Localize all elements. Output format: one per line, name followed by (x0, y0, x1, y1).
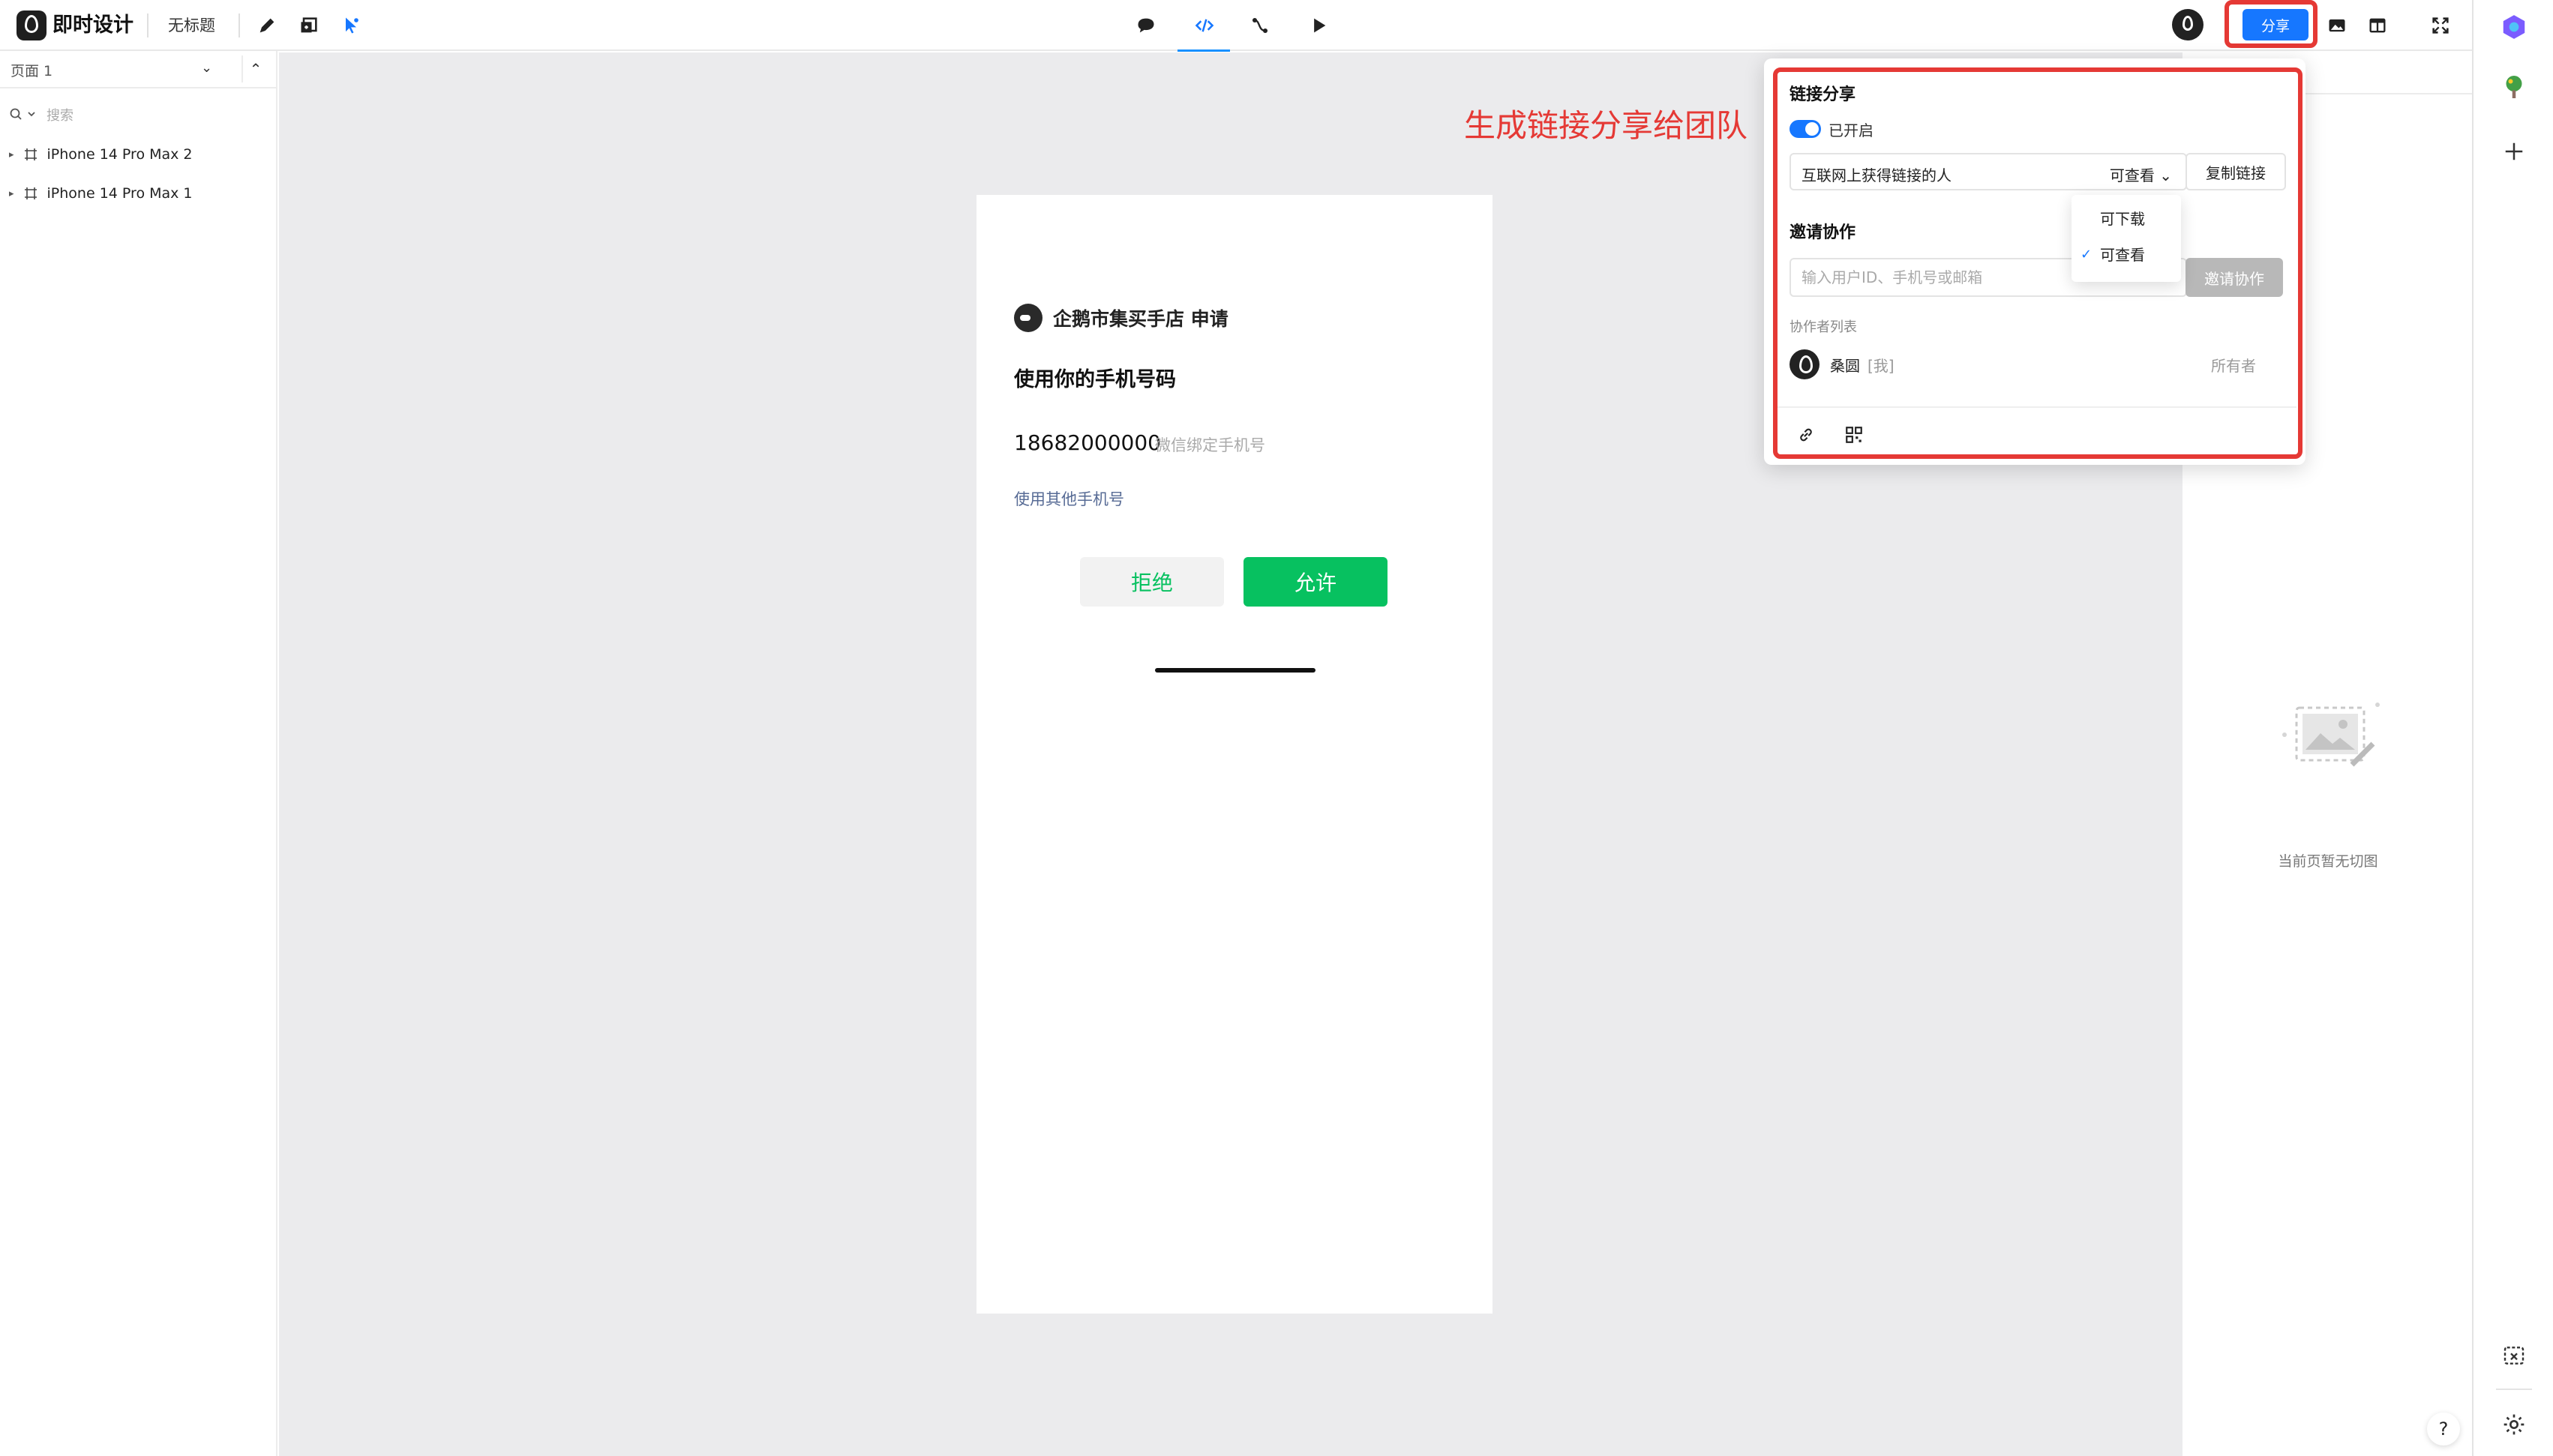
settings-gear-icon[interactable] (2496, 1407, 2532, 1443)
add-plugin-icon[interactable] (2496, 133, 2532, 169)
auth-app-text: 企鹅市集买手店 申请 (1053, 308, 1228, 330)
chevron-down-icon[interactable]: ⌄ (201, 60, 212, 76)
expand-caret-icon[interactable]: ▸ (9, 149, 14, 160)
use-other-phone-link[interactable]: 使用其他手机号 (1014, 487, 1124, 510)
layer-item[interactable]: ▸ iPhone 14 Pro Max 1 (9, 178, 193, 208)
collapse-icon[interactable]: ⌃ (242, 55, 268, 82)
user-avatar[interactable] (2172, 9, 2204, 40)
permission-option-download[interactable]: 可下载 (2072, 202, 2181, 235)
ai-plugin-icon[interactable] (2496, 9, 2532, 45)
reject-button[interactable]: 拒绝 (1080, 557, 1224, 607)
permission-dropdown: 可下载 ✓ 可查看 (2072, 195, 2181, 282)
export-image-icon[interactable] (2324, 12, 2350, 39)
prototype-mode-icon[interactable] (1246, 12, 1274, 39)
layer-search[interactable]: 搜索 (9, 103, 74, 126)
rail-divider (2496, 1389, 2532, 1390)
tree-plugin-icon[interactable] (2496, 69, 2532, 105)
auth-app-line: 企鹅市集买手店 申请 (1014, 304, 1228, 332)
option-label: 可查看 (2100, 246, 2145, 264)
home-indicator (1155, 668, 1316, 673)
allow-button[interactable]: 允许 (1244, 557, 1388, 607)
search-icon (10, 108, 35, 120)
play-preview-icon[interactable] (1305, 12, 1332, 39)
share-popup-highlight-box (1773, 67, 2302, 459)
layer-label: iPhone 14 Pro Max 1 (46, 185, 193, 202)
phone-number-hint: 微信绑定手机号 (1155, 436, 1265, 454)
toolbar-divider (147, 13, 148, 37)
check-icon: ✓ (2080, 247, 2092, 262)
screenshot-icon[interactable] (2496, 1338, 2532, 1374)
permission-option-view[interactable]: ✓ 可查看 (2072, 238, 2181, 271)
top-toolbar: 即时设计 无标题 分享 (0, 0, 2472, 52)
layout-icon[interactable] (2364, 12, 2391, 39)
frame-icon (24, 148, 37, 160)
active-mode-indicator (1178, 49, 1230, 52)
page-selector[interactable]: 页面 1 ⌄ ⌃ (0, 51, 278, 88)
option-label: 可下载 (2100, 210, 2145, 228)
layer-label: iPhone 14 Pro Max 2 (46, 146, 193, 163)
comment-mode-icon[interactable] (1132, 12, 1160, 39)
pen-tool-icon[interactable] (254, 12, 280, 39)
plugin-rail (2472, 0, 2553, 1456)
layer-item[interactable]: ▸ iPhone 14 Pro Max 2 (9, 139, 193, 169)
fullscreen-icon[interactable] (2427, 12, 2454, 39)
app-logo-icon[interactable] (16, 10, 46, 40)
frame-icon (24, 187, 37, 199)
document-title[interactable]: 无标题 (168, 13, 215, 37)
app-name: 即时设计 (52, 13, 134, 37)
empty-slice-illustration-icon (2282, 703, 2380, 767)
app-avatar-icon (1014, 304, 1042, 332)
phone-number: 18682000000 (1014, 430, 1161, 455)
toolbar-divider (238, 13, 240, 37)
auth-title: 使用你的手机号码 (1014, 368, 1176, 391)
annotation-text: 生成链接分享给团队 (1464, 107, 1748, 144)
layers-panel: 页面 1 ⌄ ⌃ 搜索 ▸ iPhone 14 Pro Max 2 ▸ iPho… (0, 51, 278, 1456)
page-label: 页面 1 (10, 63, 53, 79)
dev-mode-icon[interactable] (1191, 12, 1218, 39)
expand-caret-icon[interactable]: ▸ (9, 188, 14, 199)
empty-slice-text: 当前页暂无切图 (2278, 853, 2378, 870)
ai-select-tool-icon[interactable] (338, 12, 364, 39)
help-icon[interactable]: ? (2427, 1413, 2460, 1446)
share-button[interactable]: 分享 (2242, 9, 2308, 40)
component-tool-icon[interactable] (296, 12, 322, 39)
search-placeholder: 搜索 (46, 108, 74, 124)
